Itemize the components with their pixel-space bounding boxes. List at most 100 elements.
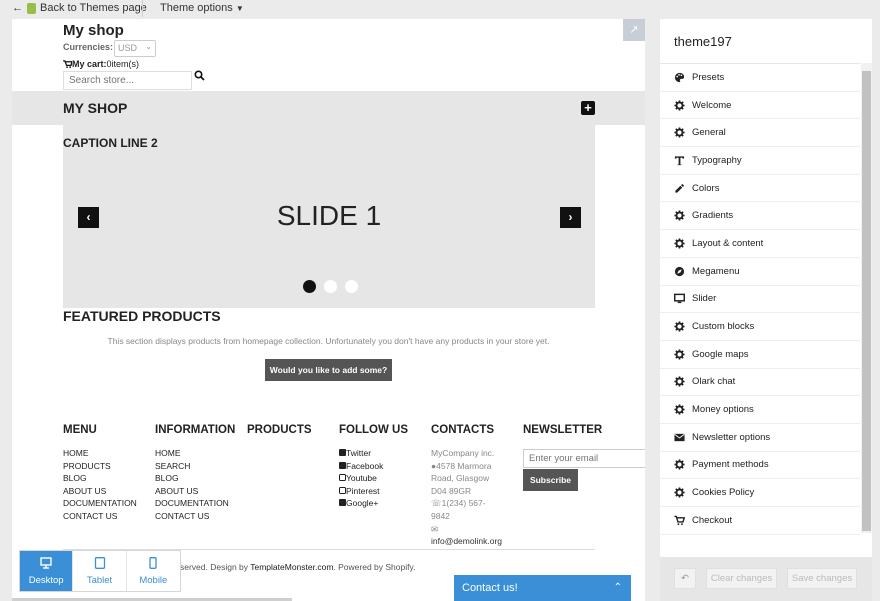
phone-line-1: 1(234) 567- [441,498,486,509]
gear-icon [674,376,685,387]
mobile-view-button[interactable]: Mobile [127,551,180,591]
settings-menu-item[interactable]: Google maps [660,341,860,369]
settings-menu-item[interactable]: Custom blocks [660,313,860,341]
tablet-view-button[interactable]: Tablet [73,551,127,591]
twitter-icon [339,449,346,456]
chevron-down-icon: ⌄ [145,42,152,51]
contact-us-widget[interactable]: Contact us! ⌃ [454,575,631,601]
expand-arrow-icon: ↗ [629,24,639,36]
gear-icon [674,238,685,249]
youtube-link[interactable]: Youtube [339,472,408,485]
footer-information-link[interactable]: HOME [155,447,235,460]
desktop-view-button[interactable]: Desktop [20,551,74,591]
slider-dot-1[interactable] [303,280,316,293]
footer-menu-link[interactable]: DOCUMENTATION [63,497,137,510]
theme-options-dropdown[interactable]: Theme options ▼ [160,2,244,14]
settings-menu-item[interactable]: Gradients [660,202,860,231]
panel-scrollbar-thumb[interactable] [862,71,871,531]
panel-scrollbar[interactable] [861,63,872,533]
envelope-icon: ✉ [431,523,439,534]
currencies-label: Currencies: [63,42,114,52]
undo-button[interactable]: ↶ [674,568,696,589]
nav-title: MY SHOP [63,100,128,116]
slider-dot-3[interactable] [345,280,358,293]
settings-menu-item[interactable]: Money options [660,396,860,424]
contact-email-link[interactable]: info@demolink.org [431,535,502,548]
address-line-1: 4578 Marmora [436,460,492,471]
settings-menu-item[interactable]: Slider [660,286,860,314]
slider-next-button[interactable]: › [560,207,581,228]
settings-menu-item[interactable]: Presets [660,64,860,92]
mobile-icon [149,557,157,569]
undo-icon: ↶ [681,573,689,584]
subscribe-button[interactable]: Subscribe [523,469,578,491]
settings-menu-item-label: General [692,127,726,139]
google-plus-link[interactable]: Google+ [339,497,408,510]
phone-icon: ☏ [431,498,442,509]
theme-options-label: Theme options [160,2,233,14]
desktop-icon [40,557,52,569]
footer-information-link[interactable]: CONTACT US [155,510,235,523]
templatemonster-link[interactable]: TemplateMonster.com [250,562,333,572]
footer-follow-title: FOLLOW US [339,424,408,436]
pinterest-link[interactable]: Pinterest [339,485,408,498]
footer-information-link[interactable]: SEARCH [155,460,235,473]
cart-icon [63,60,73,68]
menu-toggle-plus-icon[interactable]: + [581,101,595,115]
settings-menu-item[interactable]: Layout & content [660,230,860,258]
desktop-label: Desktop [28,575,64,586]
currency-select[interactable]: USD ⌄ [114,40,156,57]
copyright-text: served. Design by TemplateMonster.com. P… [180,562,415,572]
settings-menu-item-label: Money options [692,404,754,416]
settings-menu-item-label: Layout & content [692,237,764,249]
footer-information-link[interactable]: BLOG [155,472,235,485]
settings-menu-item-label: Payment methods [692,459,769,471]
settings-menu-item[interactable]: Typography [660,147,860,175]
footer-menu-link[interactable]: HOME [63,447,137,460]
save-changes-button[interactable]: Save changes [787,568,857,589]
back-to-themes-link[interactable]: ← Back to Themes page [12,2,147,14]
settings-menu-item[interactable]: Payment methods [660,452,860,480]
settings-menu-item-label: Gradients [692,210,734,222]
search-input[interactable] [63,71,192,90]
search-icon[interactable] [193,69,207,83]
settings-menu-item[interactable]: Checkout [660,507,860,535]
slideshow: CAPTION LINE 2 SLIDE 1 ‹ › [63,125,595,308]
cart-icon [674,515,685,525]
footer-information-link[interactable]: DOCUMENTATION [155,497,235,510]
footer-menu-link[interactable]: CONTACT US [63,510,137,523]
twitter-link[interactable]: Twitter [339,447,408,460]
settings-menu-item-label: Megamenu [692,265,740,277]
expand-preview-button[interactable]: ↗ [623,19,645,41]
settings-menu-item[interactable]: Olark chat [660,369,860,397]
settings-menu-item-label: Presets [692,71,725,83]
slider-prev-button[interactable]: ‹ [78,207,99,228]
settings-menu-item[interactable]: Megamenu [660,258,860,286]
cart-link[interactable]: My cart:0item(s) [63,59,139,69]
facebook-label: Facebook [346,460,384,471]
company-name: MyCompany inc. [431,448,495,458]
settings-menu-item[interactable]: Welcome [660,92,860,120]
footer-menu-link[interactable]: PRODUCTS [63,460,137,473]
settings-menu-item[interactable]: Colors [660,175,860,203]
facebook-link[interactable]: Facebook [339,460,408,473]
settings-menu-item-label: Custom blocks [692,321,755,333]
footer-information-title: INFORMATION [155,424,236,436]
address-line-2: Road, Glasgow [431,473,490,484]
settings-menu-item[interactable]: Newsletter options [660,424,860,452]
footer-information-link[interactable]: ABOUT US [155,485,235,498]
footer-menu-link[interactable]: ABOUT US [63,485,137,498]
settings-menu-item[interactable]: Cookies Policy [660,479,860,507]
youtube-label: Youtube [346,473,377,484]
gear-icon [674,210,685,221]
add-products-button[interactable]: Would you like to add some? [265,359,392,381]
clear-changes-button[interactable]: Clear changes [706,568,777,589]
newsletter-email-input[interactable] [523,449,645,468]
palette-icon [674,72,685,82]
slider-dot-2[interactable] [324,280,337,293]
tablet-label: Tablet [86,575,113,586]
twitter-label: Twitter [346,448,372,458]
settings-menu-item[interactable]: General [660,119,860,148]
copyright-suffix: . Powered by Shopify. [333,562,416,572]
footer-menu-link[interactable]: BLOG [63,472,137,485]
